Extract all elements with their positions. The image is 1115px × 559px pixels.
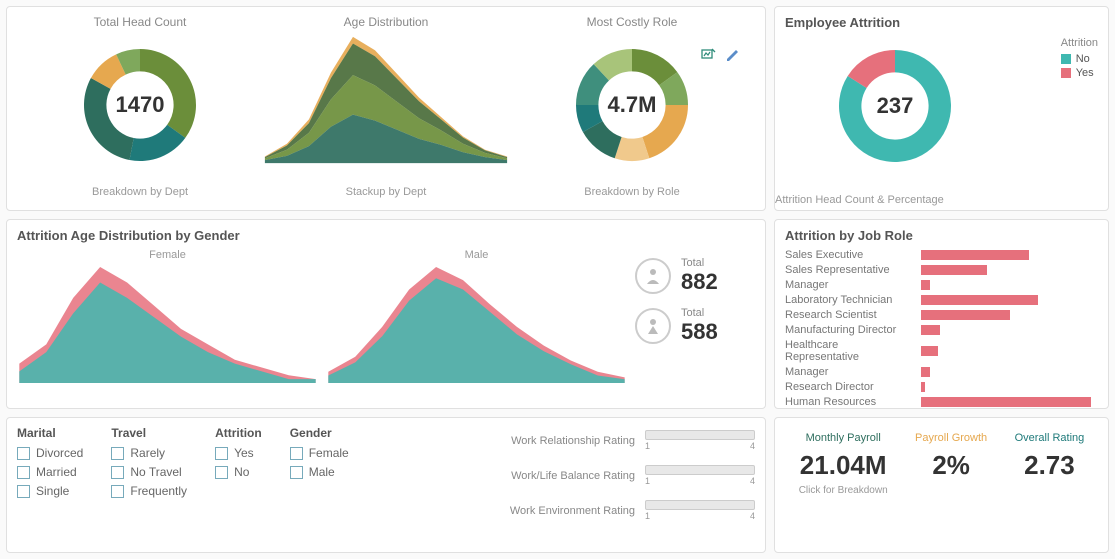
filter-travel-no-travel[interactable]: No Travel [111, 465, 187, 479]
total-male: Total882 [635, 257, 755, 295]
checkbox-icon[interactable] [215, 447, 228, 460]
bar-row[interactable]: Manager [785, 366, 1098, 378]
filter-gender-female[interactable]: Female [290, 446, 349, 460]
checkbox-icon[interactable] [290, 447, 303, 460]
gender-totals: Total882 Total588 [635, 249, 755, 345]
bar-row[interactable]: Manufacturing Director [785, 324, 1098, 336]
checkbox-icon[interactable] [17, 447, 30, 460]
checkbox-icon[interactable] [111, 447, 124, 460]
attrition-title: Employee Attrition [785, 15, 1098, 30]
job-role-bars[interactable]: Sales Executive Sales Representative Manag… [785, 249, 1098, 408]
headcount-value: 1470 [116, 92, 165, 118]
headcount-caption: Breakdown by Dept [17, 186, 263, 198]
age-dist-chart[interactable]: Age Distribution Stackup by Dept [263, 15, 509, 202]
chart-options-icon[interactable] [701, 47, 717, 63]
filters-panel: MaritalDivorcedMarriedSingle TravelRarel… [6, 417, 766, 553]
filter-sliders: Work Relationship Rating14 Work/Life Bala… [377, 426, 755, 535]
attrition-value: 237 [877, 93, 914, 119]
costly-caption: Breakdown by Role [509, 186, 755, 198]
filter-marital: MaritalDivorcedMarriedSingle [17, 426, 83, 503]
bar-row[interactable]: Sales Executive [785, 249, 1098, 261]
bar-row[interactable]: Human Resources [785, 396, 1098, 408]
filter-gender-male[interactable]: Male [290, 465, 349, 479]
summary-panel: Total Head Count 1470 Breakdown by Dept … [6, 6, 766, 211]
filter-attrition: AttritionYesNo [215, 426, 262, 484]
costly-title: Most Costly Role [509, 15, 755, 29]
bar-row[interactable]: Healthcare Representative [785, 339, 1098, 363]
checkbox-icon[interactable] [215, 466, 228, 479]
filter-gender: GenderFemaleMale [290, 426, 349, 484]
agedist-area [263, 35, 509, 165]
checkbox-icon[interactable] [111, 485, 124, 498]
rating-stat[interactable]: Overall Rating 2.73 [1015, 432, 1085, 481]
bottom-stats-panel: Monthly Payroll 21.04M Click for Breakdo… [774, 417, 1109, 553]
bar-row[interactable]: Manager [785, 279, 1098, 291]
filter-marital-single[interactable]: Single [17, 484, 83, 498]
checkbox-icon[interactable] [17, 466, 30, 479]
legend-item-no[interactable]: No [1061, 53, 1098, 65]
headcount-chart[interactable]: Total Head Count 1470 Breakdown by Dept [17, 15, 263, 202]
bar-row[interactable]: Research Director [785, 381, 1098, 393]
filter-travel: TravelRarelyNo TravelFrequently [111, 426, 187, 503]
age-gender-title: Attrition Age Distribution by Gender [17, 228, 755, 243]
slider-work-life-balance-rating[interactable]: Work/Life Balance Rating14 [377, 465, 755, 486]
attrition-panel: Employee Attrition 237 Attrition NoYes A… [774, 6, 1109, 211]
growth-stat[interactable]: Payroll Growth 2% [915, 432, 987, 481]
bar-row[interactable]: Laboratory Technician [785, 294, 1098, 306]
female-area [17, 265, 318, 385]
checkbox-icon[interactable] [111, 466, 124, 479]
filter-attrition-no[interactable]: No [215, 465, 262, 479]
costly-role-chart[interactable]: Most Costly Role 4.7M Breakdown by Role [509, 15, 755, 202]
slider-work-environment-rating[interactable]: Work Environment Rating14 [377, 500, 755, 521]
agedist-caption: Stackup by Dept [263, 186, 509, 198]
female-chart[interactable]: Female [17, 249, 318, 388]
attrition-caption: Attrition Head Count & Percentage [775, 194, 1108, 206]
age-gender-panel: Attrition Age Distribution by Gender Fem… [6, 219, 766, 409]
job-role-title: Attrition by Job Role [785, 228, 1098, 243]
female-icon [635, 308, 671, 344]
costly-value: 4.7M [608, 92, 657, 118]
agedist-title: Age Distribution [263, 15, 509, 29]
edit-icon[interactable] [725, 47, 741, 63]
attrition-legend: Attrition NoYes [1061, 37, 1098, 81]
checkbox-icon[interactable] [17, 485, 30, 498]
filter-attrition-yes[interactable]: Yes [215, 446, 262, 460]
slider-work-relationship-rating[interactable]: Work Relationship Rating14 [377, 430, 755, 451]
bar-row[interactable]: Sales Representative [785, 264, 1098, 276]
filter-travel-rarely[interactable]: Rarely [111, 446, 187, 460]
male-area [326, 265, 627, 385]
filter-travel-frequently[interactable]: Frequently [111, 484, 187, 498]
job-role-panel: Attrition by Job Role Sales ExecutiveSal… [774, 219, 1109, 409]
payroll-stat[interactable]: Monthly Payroll 21.04M Click for Breakdo… [799, 432, 888, 496]
headcount-title: Total Head Count [17, 15, 263, 29]
bar-row[interactable]: Research Scientist [785, 309, 1098, 321]
checkbox-icon[interactable] [290, 466, 303, 479]
legend-item-yes[interactable]: Yes [1061, 67, 1098, 79]
filter-marital-divorced[interactable]: Divorced [17, 446, 83, 460]
total-female: Total588 [635, 307, 755, 345]
male-chart[interactable]: Male [326, 249, 627, 388]
male-icon [635, 258, 671, 294]
filter-marital-married[interactable]: Married [17, 465, 83, 479]
